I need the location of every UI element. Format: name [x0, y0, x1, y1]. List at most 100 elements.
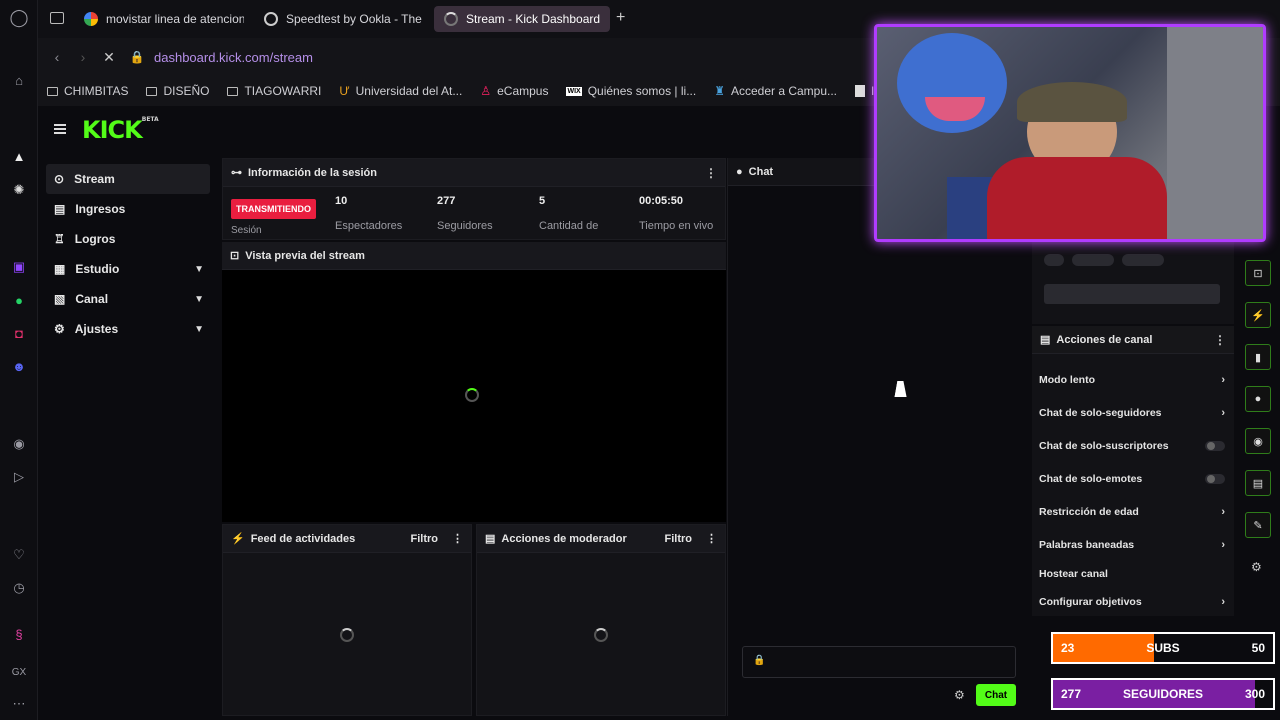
panel-title: Acciones de canal: [1056, 333, 1153, 346]
quick-list-icon[interactable]: ▤: [1245, 470, 1271, 496]
filter-button[interactable]: Filtro: [665, 533, 693, 545]
folder-icon: [227, 86, 239, 96]
dashboard-nav: ⊙ Stream ▤ Ingresos ♖ Logros ▦ Estudio ▼ ▧ Can…: [46, 164, 210, 344]
loading-icon: [444, 12, 458, 26]
more-icon[interactable]: ⋯: [9, 694, 29, 714]
google-icon: [84, 12, 98, 26]
back-icon[interactable]: ‹: [46, 49, 68, 65]
nav-estudio[interactable]: ▦ Estudio ▼: [46, 254, 210, 284]
stop-icon[interactable]: ✕: [98, 49, 120, 66]
bookmark-diseno[interactable]: DISEÑO: [137, 84, 218, 98]
panel-title: Acciones de moderador: [501, 532, 627, 545]
studio-icon: ▦: [54, 262, 66, 276]
action-followers-only[interactable]: Chat de solo-seguidores ›: [1039, 407, 1225, 419]
subscribers-only-toggle[interactable]: [1205, 441, 1225, 451]
gear-icon: ⚙: [54, 322, 65, 336]
action-slow-mode[interactable]: Modo lento ›: [1039, 374, 1225, 386]
action-host-channel[interactable]: Hostear canal: [1039, 568, 1225, 580]
heart-icon[interactable]: ♡: [9, 545, 29, 565]
chat-settings-icon[interactable]: ⚙: [954, 688, 965, 702]
session-info-header: ⊶ Información de la sesión ⋮: [223, 159, 725, 187]
forward-icon[interactable]: ›: [72, 49, 94, 65]
quick-doc-icon[interactable]: ▮: [1245, 344, 1271, 370]
send-icon[interactable]: ▷: [9, 467, 29, 487]
action-age-restriction[interactable]: Restricción de edad ›: [1039, 506, 1225, 518]
discord-icon[interactable]: ☻: [9, 356, 29, 376]
chat-input[interactable]: 🔒: [742, 646, 1016, 678]
kick-logo[interactable]: KICKBETA: [82, 116, 159, 144]
tab-speedtest[interactable]: Speedtest by Ookla - The: [254, 6, 424, 32]
subs-target: 50: [1251, 641, 1265, 655]
gx-mods-icon[interactable]: §: [9, 624, 29, 644]
chevron-right-icon: ›: [1221, 596, 1225, 608]
quick-actions-bar: ⊡ ⚡ ▮ ● ◉ ▤ ✎ ⚙: [1238, 252, 1280, 592]
background-door: [1167, 27, 1263, 239]
lock-icon: 🔒: [753, 655, 766, 666]
bookmark-campus[interactable]: ♜ Acceder a Campu...: [705, 84, 846, 98]
stream-icon: ⊙: [54, 172, 65, 186]
chatgpt-icon[interactable]: ✺: [9, 180, 29, 200]
player-icon[interactable]: ◉: [9, 434, 29, 454]
bookmark-ecampus[interactable]: ♙ eCampus: [471, 84, 557, 98]
quick-stream-icon[interactable]: ⊡: [1245, 260, 1271, 286]
quick-chat-icon[interactable]: ●: [1245, 386, 1271, 412]
bookmark-wix[interactable]: WIX Quiénes somos | li...: [557, 84, 705, 98]
stream-preview-panel: ⊡ Vista previa del stream: [222, 242, 726, 522]
bookmark-chimbitas[interactable]: CHIMBITAS: [38, 84, 137, 98]
bookmark-universidad[interactable]: Ư Universidad del At...: [330, 84, 471, 98]
stat-followers: 277 Seguidores: [437, 195, 493, 232]
ecampus-icon: ♙: [480, 84, 492, 98]
tab-title: Stream - Kick Dashboard: [466, 12, 601, 26]
quick-wrench-icon[interactable]: ✎: [1245, 512, 1271, 538]
kebab-menu-icon[interactable]: ⋮: [452, 532, 463, 545]
nav-stream[interactable]: ⊙ Stream: [46, 164, 210, 194]
moderator-actions-panel: ▤ Acciones de moderador Filtro ⋮: [476, 524, 726, 716]
tab-kick-dashboard[interactable]: Stream - Kick Dashboard: [434, 6, 610, 32]
panel-title: Feed de actividades: [250, 532, 356, 545]
twitch-icon[interactable]: ▣: [9, 257, 29, 277]
chat-send-button[interactable]: Chat: [976, 684, 1016, 706]
lock-icon: 🔒: [129, 50, 145, 64]
bookmark-label: CHIMBITAS: [64, 84, 129, 98]
url-field[interactable]: dashboard.kick.com/stream: [154, 50, 313, 65]
action-subscribers-only[interactable]: Chat de solo-suscriptores: [1039, 440, 1225, 452]
channel-actions-panel: ▤ Acciones de canal ⋮ Modo lento › Chat d…: [1032, 326, 1234, 616]
kebab-menu-icon[interactable]: ⋮: [706, 532, 717, 545]
activity-feed-panel: ⚡ Feed de actividades Filtro ⋮: [222, 524, 472, 716]
lightning-icon: ⚡: [231, 533, 245, 545]
loading-spinner-icon: [465, 388, 479, 402]
action-configure-goals[interactable]: Configurar objetivos ›: [1039, 596, 1225, 608]
panel-title: Información de la sesión: [248, 166, 377, 179]
action-emotes-only[interactable]: Chat de solo-emotes: [1039, 473, 1225, 485]
quick-broadcast-icon[interactable]: ◉: [1245, 428, 1271, 454]
bookmark-tiagowarri[interactable]: TIAGOWARRI: [218, 84, 330, 98]
quick-settings-icon[interactable]: ⚙: [1251, 560, 1262, 574]
activity-header: ⚡ Feed de actividades Filtro ⋮: [223, 525, 471, 553]
nav-canal[interactable]: ▧ Canal ▼: [46, 284, 210, 314]
nav-ingresos[interactable]: ▤ Ingresos: [46, 194, 210, 224]
loading-spinner-icon: [594, 628, 608, 642]
quick-lightning-icon[interactable]: ⚡: [1245, 302, 1271, 328]
nav-logros[interactable]: ♖ Logros: [46, 224, 210, 254]
trophy-icon: ♖: [54, 232, 65, 246]
gx-icon[interactable]: GX: [9, 662, 29, 682]
kebab-menu-icon[interactable]: ⋮: [705, 166, 717, 180]
session-info-panel: ⊶ Información de la sesión ⋮ TRANSMITIEN…: [222, 158, 726, 240]
tab-menu-icon[interactable]: [50, 12, 64, 24]
tab-movistar[interactable]: movistar linea de atencion: [74, 6, 244, 32]
tab-title: movistar linea de atencion: [106, 12, 244, 26]
kebab-menu-icon[interactable]: ⋮: [1214, 333, 1226, 347]
emotes-only-toggle[interactable]: [1205, 474, 1225, 484]
nav-ajustes[interactable]: ⚙ Ajustes ▼: [46, 314, 210, 344]
aria-icon[interactable]: ▲: [9, 146, 29, 166]
filter-button[interactable]: Filtro: [411, 533, 439, 545]
action-banned-words[interactable]: Palabras baneadas ›: [1039, 539, 1225, 551]
new-tab-icon[interactable]: +: [616, 9, 625, 27]
history-icon[interactable]: ◷: [9, 578, 29, 598]
home-icon[interactable]: ⌂: [9, 70, 29, 90]
whatsapp-icon[interactable]: ●: [9, 290, 29, 310]
live-status: TRANSMITIENDO Sesión: [231, 199, 316, 236]
instagram-icon[interactable]: ◘: [9, 323, 29, 343]
opera-logo-icon[interactable]: ◯: [9, 8, 29, 28]
hamburger-menu-icon[interactable]: [54, 124, 66, 134]
